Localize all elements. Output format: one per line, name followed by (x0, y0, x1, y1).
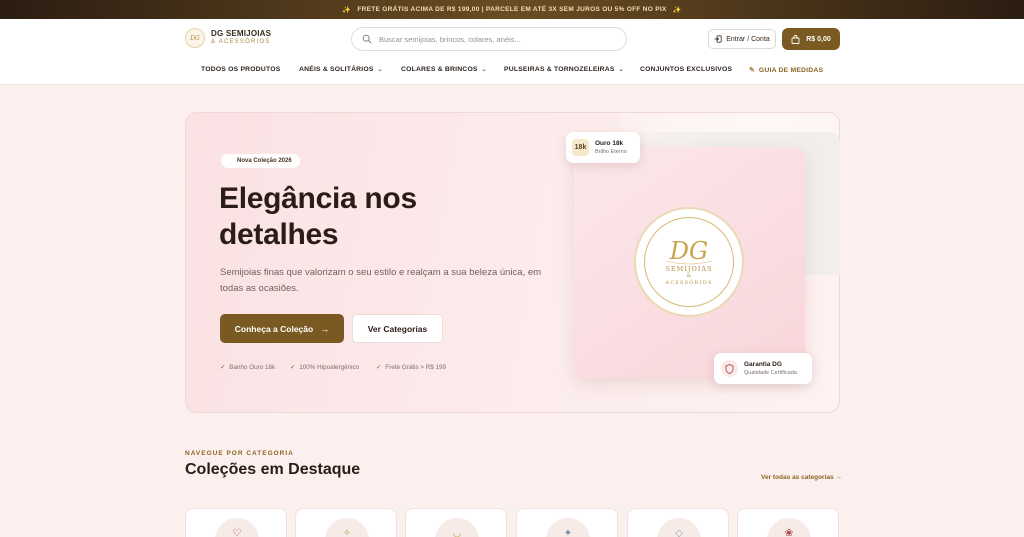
shop-collection-button[interactable]: Conheça a Coleção → (220, 314, 344, 343)
logo-badge: DG (185, 28, 205, 48)
category-card-sets[interactable]: ❀ (737, 508, 839, 537)
search-input[interactable] (379, 34, 609, 44)
necklace-icon: ◡ (435, 518, 479, 537)
brand-tagline: & ACESSÓRIOS (211, 39, 271, 45)
category-card-earrings[interactable]: ✧ (295, 508, 397, 537)
earring-icon: ✧ (325, 518, 369, 537)
section-title: Coleções em Destaque (185, 461, 361, 478)
perk-item: ✓ 100% Hipoalergênico (290, 364, 360, 371)
category-card-anklets[interactable]: ◇ (627, 508, 729, 537)
category-card-rings[interactable]: ♡ (185, 508, 287, 537)
new-collection-pill: Nova Coleção 2026 (221, 154, 300, 168)
site-header: DG DG SEMIJOIAS & ACESSÓRIOS Entrar / Co… (0, 19, 1024, 85)
chevron-down-icon: ⌄ (481, 67, 487, 73)
cart-total: R$ 0,00 (806, 35, 831, 43)
nav-item-bracelets[interactable]: PULSEIRAS & TORNOZELEIRAS ⌄ (504, 66, 624, 73)
brand-seal-logo: DG SEMIJOIAS & ACESSÓRIOS (634, 207, 744, 317)
sparkle-icon: ✨ (342, 6, 352, 14)
chevron-down-icon: ⌄ (377, 67, 383, 73)
brand-name: DG SEMIJOIAS (211, 29, 272, 38)
ring-icon: ♡ (215, 518, 259, 537)
svg-text:DG: DG (669, 237, 708, 265)
account-label: Entrar / Conta (726, 35, 770, 43)
nav-item-rings[interactable]: ANÉIS & SOLITÁRIOS ⌄ (299, 66, 383, 73)
see-all-categories-link[interactable]: Ver todas as categorias → (761, 474, 842, 481)
monogram-icon: DG (665, 237, 713, 265)
hero-product-card: DG SEMIJOIAS & ACESSÓRIOS (574, 147, 805, 378)
nav-item-sets[interactable]: CONJUNTOS EXCLUSIVOS (640, 66, 732, 73)
search-icon (362, 34, 372, 44)
nav-item-necklaces[interactable]: COLARES & BRINCOS ⌄ (401, 66, 487, 73)
section-eyebrow: NAVEGUE POR CATEGORIA (185, 450, 294, 457)
main-navigation: TODOS OS PRODUTOS ANÉIS & SOLITÁRIOS ⌄ C… (0, 66, 1024, 80)
gold-badge: 18k (572, 139, 589, 156)
hero-subtitle: Semijoias finas que valorizam o seu esti… (220, 267, 542, 294)
set-icon: ❀ (767, 518, 811, 537)
announcement-bar: ✨ FRETE GRÁTIS ACIMA DE R$ 199,00 | PARC… (0, 0, 1024, 19)
chevron-down-icon: ⌄ (618, 67, 624, 73)
shield-icon (721, 360, 738, 377)
arrow-right-icon: → (320, 323, 330, 334)
perk-item: ✓ Banho Ouro 18k (220, 364, 276, 371)
shopping-bag-icon (791, 34, 800, 44)
category-card-bracelets[interactable]: ✦ (516, 508, 618, 537)
brand-logo[interactable]: DG DG SEMIJOIAS & ACESSÓRIOS (185, 28, 271, 48)
cart-button[interactable]: R$ 0,00 (782, 28, 840, 50)
check-icon: ✓ (376, 364, 382, 371)
nav-item-all-products[interactable]: TODOS OS PRODUTOS (201, 66, 280, 73)
announcement-text: FRETE GRÁTIS ACIMA DE R$ 199,00 | PARCEL… (357, 6, 667, 13)
sparkle-icon: ✨ (672, 6, 682, 14)
ruler-icon: ✎ (749, 67, 755, 74)
account-button[interactable]: Entrar / Conta (708, 29, 776, 49)
nav-item-size-guide[interactable]: ✎ GUIA DE MEDIDAS (749, 66, 823, 75)
check-icon: ✓ (290, 364, 296, 371)
gold-18k-tag: 18k Ouro 18k Brilho Eterno (566, 132, 640, 163)
view-categories-button[interactable]: Ver Categorias (352, 314, 443, 343)
login-icon (714, 35, 722, 43)
anklet-icon: ◇ (657, 518, 701, 537)
perk-item: ✓ Frete Grátis > R$ 199 (376, 364, 447, 371)
category-card-necklaces[interactable]: ◡ (405, 508, 507, 537)
search-bar[interactable] (351, 27, 627, 51)
hero-title: Elegância nos detalhes (219, 182, 417, 251)
bracelet-icon: ✦ (546, 518, 590, 537)
guarantee-tag: Garantia DG Qualidade Certificada (714, 353, 812, 384)
check-icon: ✓ (220, 364, 226, 371)
